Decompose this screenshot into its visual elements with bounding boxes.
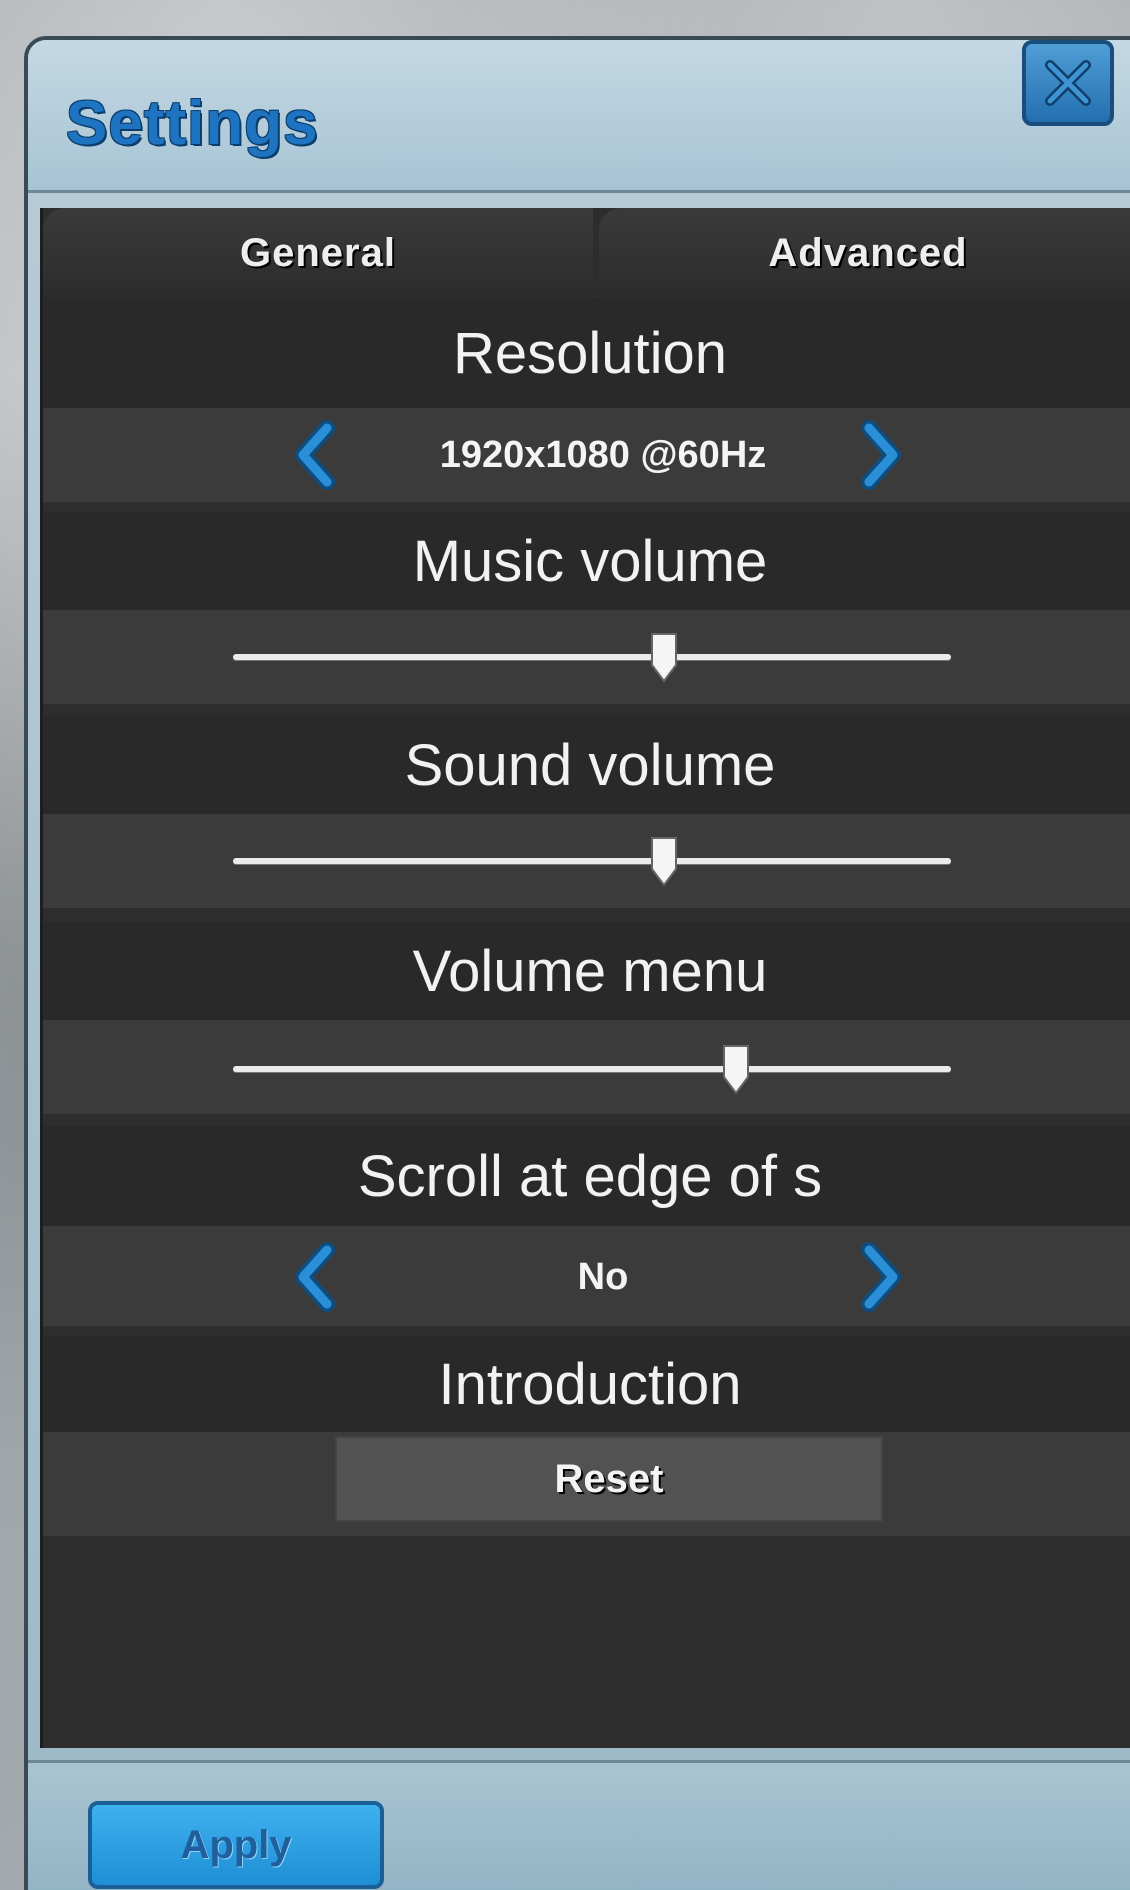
introduction-label: Introduction [438,1351,742,1417]
scroll-edge-prev-arrow-icon[interactable] [287,1242,347,1312]
settings-window: Settings General Advanced Resolution 192… [24,36,1130,1890]
apply-button[interactable]: Apply [88,1801,384,1889]
sound-volume-control-row [43,814,1130,908]
music-volume-slider-track[interactable] [233,654,951,660]
scroll-edge-next-arrow-icon[interactable] [849,1242,909,1312]
sound-volume-label: Sound volume [404,732,776,798]
scroll-edge-label: Scroll at edge of s [357,1143,823,1209]
tab-general[interactable]: General [43,208,593,298]
scroll-edge-control-row: No [43,1226,1130,1326]
tab-bar: General Advanced [43,208,1130,298]
settings-panel: General Advanced Resolution 1920x1080 @6… [40,208,1130,1748]
sound-volume-slider-thumb[interactable] [649,835,679,887]
tab-advanced[interactable]: Advanced [599,208,1130,298]
scroll-edge-value: No [577,1256,629,1298]
reset-introduction-button[interactable]: Reset [335,1436,883,1522]
resolution-next-arrow-icon[interactable] [849,420,909,490]
sound-volume-label-row: Sound volume [43,716,1130,814]
volume-menu-slider-thumb[interactable] [721,1043,751,1095]
title-bar: Settings [28,40,1130,193]
music-volume-control-row [43,610,1130,704]
volume-menu-control-row [43,1020,1130,1114]
resolution-label: Resolution [452,320,728,386]
window-title: Settings [66,89,319,158]
resolution-label-row: Resolution [43,298,1130,408]
footer-bar: Apply [28,1760,1130,1890]
volume-menu-label: Volume menu [412,938,768,1004]
resolution-prev-arrow-icon[interactable] [287,420,347,490]
sound-volume-slider-track[interactable] [233,858,951,864]
scroll-edge-label-row: Scroll at edge of s [43,1126,1130,1226]
introduction-control-row: Reset [43,1432,1130,1536]
volume-menu-label-row: Volume menu [43,922,1130,1020]
volume-menu-slider-track[interactable] [233,1066,951,1072]
music-volume-label-row: Music volume [43,512,1130,610]
close-button[interactable] [1022,40,1114,126]
introduction-label-row: Introduction [43,1336,1130,1432]
resolution-value: 1920x1080 @60Hz [439,434,767,476]
close-icon [1045,60,1091,106]
music-volume-label: Music volume [412,528,768,594]
music-volume-slider-thumb[interactable] [649,631,679,683]
resolution-control-row: 1920x1080 @60Hz [43,408,1130,502]
